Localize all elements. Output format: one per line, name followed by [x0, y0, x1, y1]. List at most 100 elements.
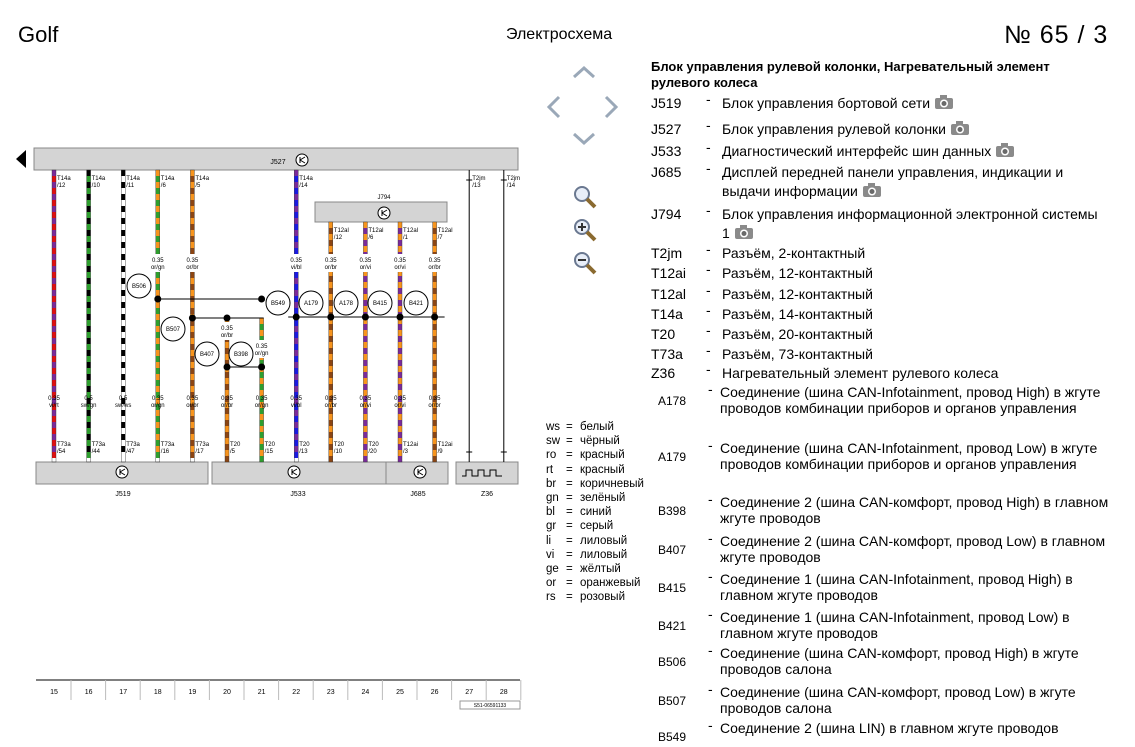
wire-segment [52, 428, 56, 434]
camera-icon[interactable] [995, 142, 1015, 158]
wire-top-pin: T12al [368, 228, 383, 234]
wire-segment [121, 374, 126, 380]
color-abbrev: li [546, 534, 552, 547]
wire-segment [432, 366, 437, 372]
wire-bottom-pin: /44 [92, 449, 101, 455]
connection-code: B506 [658, 655, 687, 669]
wire-segment [190, 176, 195, 182]
wire-segment [155, 410, 160, 416]
wire-spec: 0.5 [119, 396, 128, 402]
wire-mid-spec: 0.35 [221, 326, 233, 332]
component-desc: Блок управления информационной электронн… [722, 206, 1098, 241]
wire-spec: 0.35 [48, 396, 60, 402]
wire-segment [190, 194, 195, 200]
zoom-in-icon[interactable] [571, 216, 599, 244]
wire-segment [86, 416, 91, 422]
wire-segment [86, 254, 91, 260]
wire-segment [86, 260, 91, 266]
wire-mid-spec: 0.35 [290, 258, 302, 264]
camera-icon[interactable] [734, 224, 754, 240]
wire-segment [190, 368, 195, 374]
wire-segment [190, 236, 195, 242]
wire-segment [398, 306, 402, 312]
wire-segment [294, 350, 299, 356]
wire-segment [294, 326, 299, 332]
color-name: розовый [580, 591, 626, 604]
wire-segment [155, 374, 160, 380]
color-name: жёлтый [580, 563, 621, 576]
wire-segment [294, 386, 299, 392]
wire-segment [432, 384, 437, 390]
wire-segment [86, 290, 91, 296]
color-name: лиловый [580, 548, 628, 561]
wire-segment [398, 240, 402, 246]
component-code: T20 [651, 326, 676, 342]
wire-segment [86, 434, 91, 440]
arrow-right-icon[interactable] [602, 94, 620, 120]
wire-segment [432, 414, 437, 420]
wire-top-pin: /11 [126, 183, 135, 189]
wire-segment [432, 288, 437, 294]
wire-segment [155, 308, 160, 314]
wire-segment [121, 428, 126, 434]
wire-segment [294, 434, 299, 440]
wire-segment [398, 276, 402, 282]
wire-segment [155, 380, 160, 386]
wire-segment [190, 362, 195, 368]
component-desc: Разъём, 20-контактный [722, 326, 873, 342]
wire-mid-spec: or/gn [151, 265, 165, 271]
wire-segment [225, 426, 229, 432]
wire-segment [52, 200, 56, 206]
wire-segment [52, 362, 56, 368]
wire-segment [190, 278, 195, 284]
wire-bottom-pin: /13 [299, 449, 308, 455]
component-code: Z36 [651, 365, 676, 381]
wire-segment [398, 366, 402, 372]
wire-mid-spec: or/br [221, 333, 233, 339]
wire-mid-spec: or/gn [255, 351, 269, 357]
wire-segment [52, 314, 56, 320]
equals-sign: = [566, 421, 573, 433]
wire-top-pin: /12 [334, 235, 343, 241]
wire-segment [363, 366, 368, 372]
equals-sign: = [566, 506, 573, 519]
wire-segment [52, 266, 56, 272]
wire-segment [294, 212, 299, 218]
wire-segment [432, 444, 437, 450]
component-desc: Диагностический интерфейс шин данных [722, 142, 1122, 161]
arrow-left-icon[interactable] [545, 94, 563, 120]
wire-segment [121, 422, 126, 428]
camera-icon[interactable] [950, 120, 970, 136]
wire-segment [52, 380, 56, 386]
wire-segment [52, 296, 56, 302]
equals-sign: = [566, 492, 573, 505]
wire-color-key: ws = белый sw = чёрный ro = красный rt = красный br =… [546, 420, 644, 605]
wire-segment [52, 170, 56, 176]
color-abbrev: gr [546, 520, 557, 533]
column-number: 24 [362, 689, 370, 696]
wire-spec: or/br [186, 403, 198, 409]
wire-segment [155, 350, 160, 356]
node-label: B407 [200, 352, 215, 358]
page-marker-icon[interactable] [16, 150, 26, 168]
wire-segment [155, 386, 160, 392]
zoom-out-icon[interactable] [571, 249, 599, 277]
arrow-down-icon[interactable] [571, 131, 597, 147]
column-number: 19 [189, 689, 197, 696]
camera-icon[interactable] [934, 94, 954, 110]
wire-segment [294, 248, 299, 254]
wire-segment [398, 426, 402, 432]
wire-mid-spec: 0.35 [394, 258, 406, 264]
wire-segment [225, 456, 229, 462]
wire-segment [294, 320, 299, 326]
color-abbrev: ws [546, 421, 561, 433]
arrow-up-icon[interactable] [571, 64, 597, 80]
wire-segment [86, 374, 91, 380]
color-abbrev: rt [546, 463, 554, 476]
camera-icon[interactable] [862, 182, 882, 198]
wire-spec: or/vi [394, 403, 405, 409]
wire-segment [155, 320, 160, 326]
magnifier-icon[interactable] [571, 183, 599, 211]
wire-segment [328, 282, 333, 288]
equals-sign: = [566, 520, 573, 533]
